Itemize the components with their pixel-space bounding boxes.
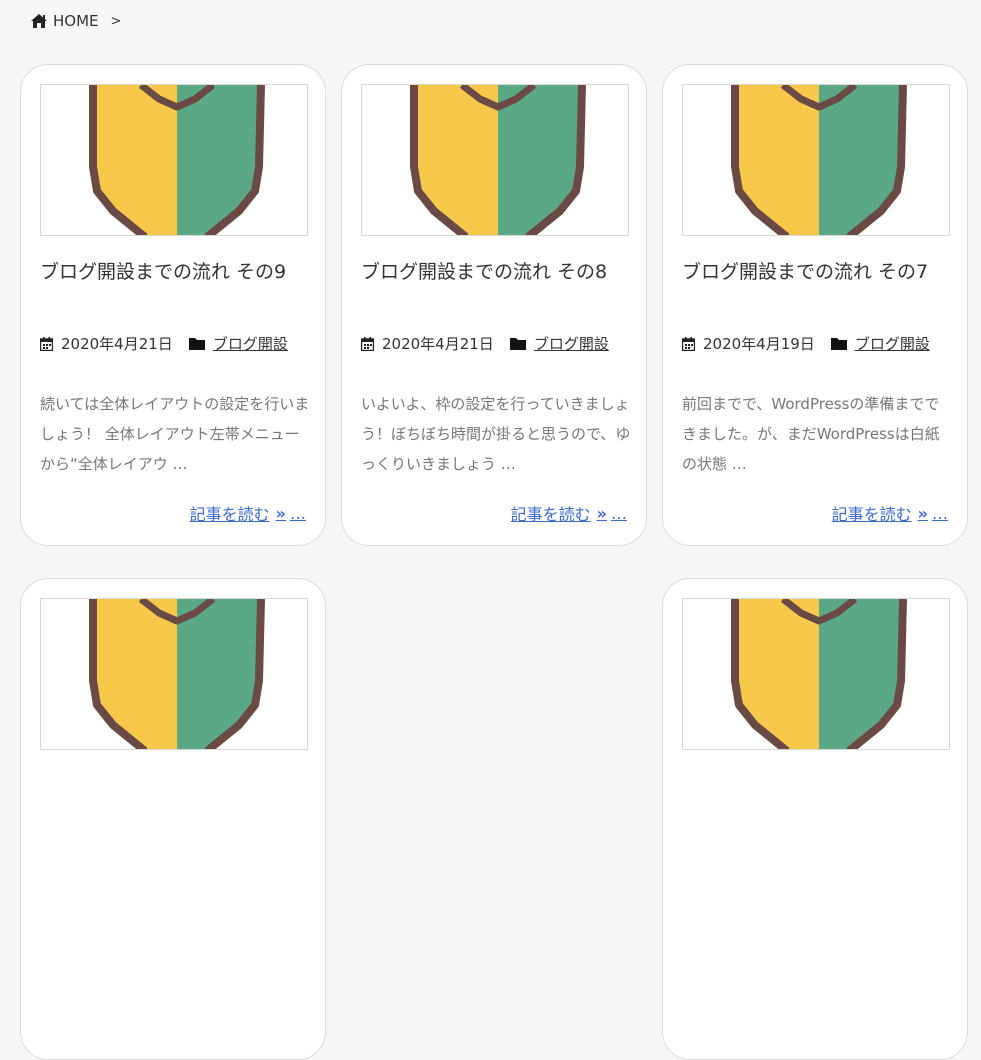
post-meta: 2020年4月21日 ブログ開設 — [361, 333, 609, 354]
post-thumbnail[interactable] — [40, 84, 308, 236]
calendar-icon — [682, 336, 695, 351]
post-meta: 2020年4月21日 ブログ開設 — [40, 333, 288, 354]
folder-icon — [188, 338, 205, 350]
double-chevron-right-icon: » — [275, 503, 286, 523]
read-more-label: 記事を読む — [831, 505, 912, 524]
post-card: ブログ開設までの流れ その9 2020年4月21日 ブログ開設 続いては全体レイ… — [20, 64, 326, 546]
read-more-link[interactable]: 記事を読む » … — [832, 501, 948, 525]
calendar-icon — [40, 336, 53, 351]
post-thumbnail[interactable] — [361, 84, 629, 236]
post-thumbnail[interactable] — [682, 84, 950, 236]
beginner-badge-image — [41, 85, 308, 236]
beginner-badge-image — [683, 85, 950, 236]
read-more-ellipsis: … — [611, 503, 627, 523]
breadcrumb-separator: > — [110, 13, 122, 29]
post-date: 2020年4月21日 — [61, 335, 173, 353]
calendar-icon — [361, 336, 374, 351]
post-card: ブログ開設までの流れ その8 2020年4月21日 ブログ開設 いよいよ、枠の設… — [341, 64, 647, 546]
post-card — [20, 578, 326, 1060]
post-thumbnail[interactable] — [682, 598, 950, 750]
post-card: ブログ開設までの流れ その7 2020年4月19日 ブログ開設 前回までで、Wo… — [662, 64, 968, 546]
home-icon[interactable] — [30, 13, 48, 29]
double-chevron-right-icon: » — [596, 503, 607, 523]
double-chevron-right-icon: » — [917, 503, 928, 523]
beginner-badge-image — [362, 85, 629, 236]
post-title[interactable]: ブログ開設までの流れ その9 — [40, 257, 310, 284]
post-thumbnail[interactable] — [40, 598, 308, 750]
post-category-link[interactable]: ブログ開設 — [213, 333, 288, 354]
read-more-ellipsis: … — [290, 503, 306, 523]
beginner-badge-image — [683, 599, 950, 750]
breadcrumb: HOME > — [30, 11, 121, 31]
post-title[interactable]: ブログ開設までの流れ その8 — [361, 257, 631, 284]
post-excerpt: 続いては全体レイアウトの設定を行いましょう！ 全体レイアウト左帯メニューから“全… — [40, 395, 310, 473]
folder-icon — [509, 338, 526, 350]
breadcrumb-home-link[interactable]: HOME — [53, 12, 99, 30]
read-more-label: 記事を読む — [189, 505, 270, 524]
post-date: 2020年4月19日 — [703, 335, 815, 353]
post-excerpt: 前回までで、WordPressの準備までできました。が、まだWordPressは… — [682, 395, 940, 473]
read-more-link[interactable]: 記事を読む » … — [190, 501, 306, 525]
beginner-badge-image — [41, 599, 308, 750]
post-excerpt: いよいよ、枠の設定を行っていきましょう！ぼちぼち時間が掛ると思うので、ゆっくりい… — [361, 395, 631, 473]
post-title[interactable]: ブログ開設までの流れ その7 — [682, 257, 952, 284]
post-meta: 2020年4月19日 ブログ開設 — [682, 333, 930, 354]
post-date: 2020年4月21日 — [382, 335, 494, 353]
post-category-link[interactable]: ブログ開設 — [855, 333, 930, 354]
read-more-label: 記事を読む — [510, 505, 591, 524]
folder-icon — [830, 338, 847, 350]
post-category-link[interactable]: ブログ開設 — [534, 333, 609, 354]
read-more-ellipsis: … — [932, 503, 948, 523]
post-card — [662, 578, 968, 1060]
read-more-link[interactable]: 記事を読む » … — [511, 501, 627, 525]
